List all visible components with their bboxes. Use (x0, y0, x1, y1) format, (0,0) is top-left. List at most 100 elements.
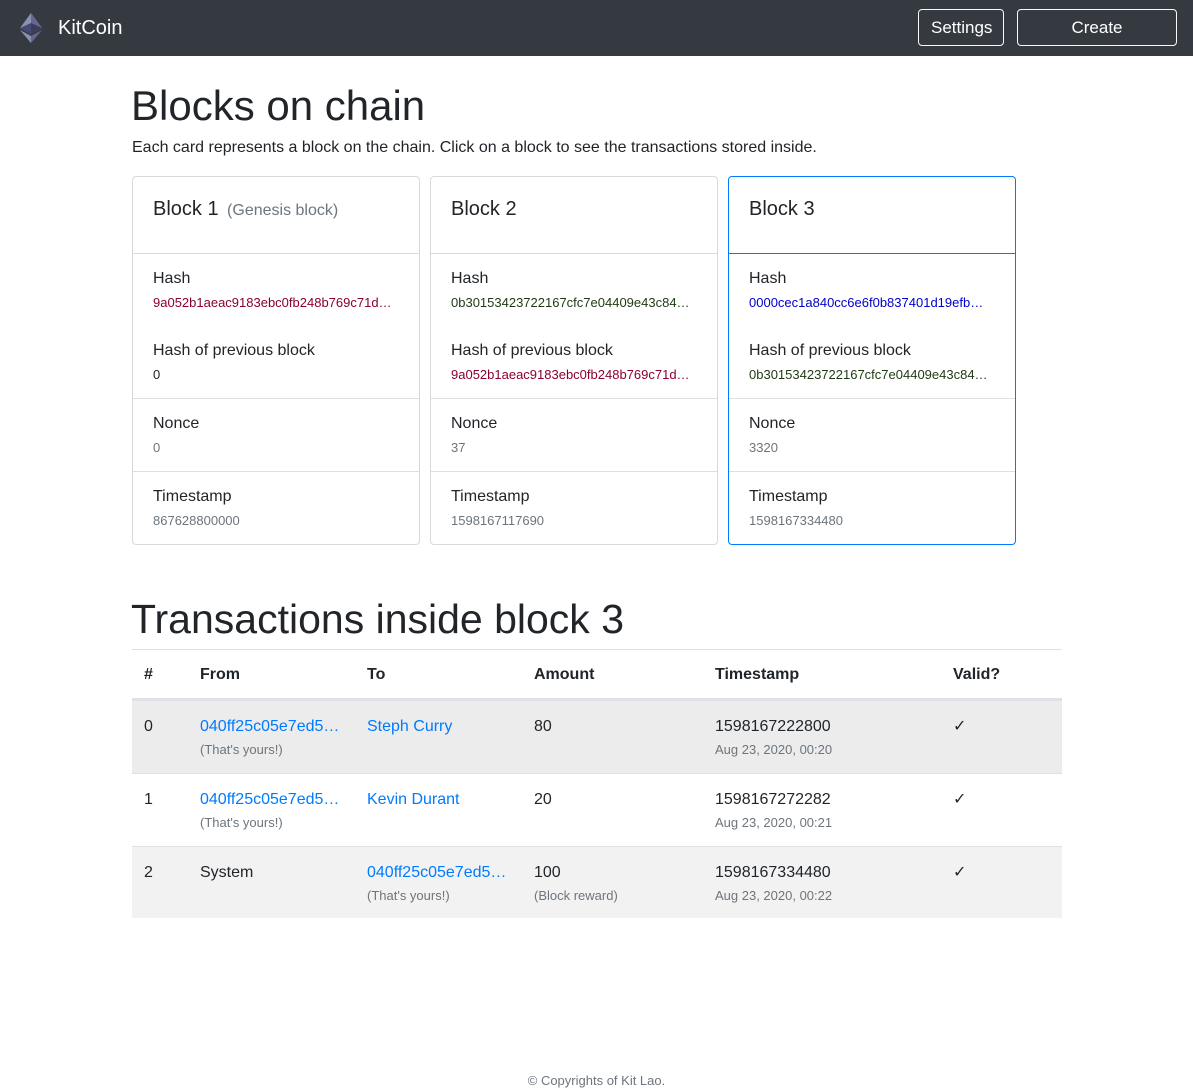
block-nonce: 3320 (749, 440, 778, 455)
tx-num: 0 (144, 717, 153, 737)
header-amount: Amount (534, 666, 595, 683)
checkmark-icon: ✓ (953, 791, 967, 808)
header-from: From (200, 666, 240, 683)
prev-hash-label: Hash of previous block (451, 342, 613, 359)
tx-from: System (200, 863, 253, 883)
tx-timestamp: 1598167272282 Aug 23, 2020, 00:21 (715, 790, 832, 830)
table-row: 1 040ff25c05e7ed5… (That's yours!) Kevin… (132, 773, 1062, 846)
tx-to: 040ff25c05e7ed5… (That's yours!) (367, 863, 506, 903)
block-timestamp: 1598167334480 (749, 513, 843, 528)
tx-timestamp-value: 1598167222800 (715, 718, 831, 735)
tx-to-link[interactable]: Kevin Durant (367, 790, 460, 810)
tx-from: 040ff25c05e7ed5… (That's yours!) (200, 790, 339, 830)
tx-from-link[interactable]: 040ff25c05e7ed5… (200, 717, 339, 737)
tx-to: Steph Curry (367, 717, 452, 737)
header-timestamp: Timestamp (715, 666, 800, 683)
tx-num-value: 2 (144, 864, 153, 881)
block-timestamp: 1598167117690 (451, 513, 545, 528)
checkmark-icon: ✓ (953, 864, 967, 881)
block-hash: 0b30153423722167cfc7e04409e43c84… (451, 295, 690, 310)
tx-amount: 100 (Block reward) (534, 863, 618, 903)
block-hashes-section: Hash 9a052b1aeac9183ebc0fb248b769c71d… H… (133, 254, 419, 399)
block-nonce: 0 (153, 440, 161, 455)
block-subtitle: (Genesis block) (227, 202, 339, 219)
ethereum-diamond-icon (20, 13, 42, 43)
tx-num-value: 1 (144, 791, 153, 808)
block-nonce-section: Nonce 0 (133, 399, 419, 472)
navbar: KitCoin Settings Create transaction (0, 0, 1193, 72)
footer-copyright: © Copyrights of Kit Lao. (527, 1073, 666, 1088)
nonce-label: Nonce (153, 415, 200, 432)
block-nonce-section: Nonce 3320 (729, 399, 1015, 472)
block-timestamp-section: Timestamp 867628800000 (133, 472, 419, 545)
settings-button[interactable]: Settings (918, 9, 1004, 46)
tx-from-note: (That's yours!) (200, 815, 283, 830)
tx-amount-note: (Block reward) (534, 888, 618, 903)
tx-to-note: (That's yours!) (367, 888, 450, 903)
block-hash: 9a052b1aeac9183ebc0fb248b769c71d… (153, 295, 392, 310)
block-card-3[interactable]: Block 3 Hash 0000cec1a840cc6e6f0b837401d… (728, 176, 1016, 545)
tx-amount-value: 20 (534, 791, 552, 808)
block-nonce-section: Nonce 37 (431, 399, 717, 472)
tx-date: Aug 23, 2020, 00:22 (715, 888, 833, 903)
tx-timestamp-value: 1598167272282 (715, 791, 831, 808)
block-card-1[interactable]: Block 1 (Genesis block) Hash 9a052b1aeac… (132, 176, 420, 545)
tx-timestamp: 1598167222800 Aug 23, 2020, 00:20 (715, 717, 832, 757)
block-card-2[interactable]: Block 2 Hash 0b30153423722167cfc7e04409e… (430, 176, 718, 545)
hash-label: Hash (749, 270, 787, 287)
tx-timestamp: 1598167334480 Aug 23, 2020, 00:22 (715, 863, 832, 903)
tx-amount: 80 (534, 717, 552, 737)
block-card-header: Block 2 (431, 177, 717, 254)
header-num: # (144, 666, 153, 683)
transactions-table: # From To Amount Timestamp Valid? 0 040f… (132, 649, 1062, 918)
table-row: 0 040ff25c05e7ed5… (That's yours!) Steph… (132, 700, 1062, 773)
tx-from-link[interactable]: 040ff25c05e7ed5… (200, 790, 339, 810)
tx-num: 2 (144, 863, 153, 883)
tx-to-link[interactable]: 040ff25c05e7ed5… (367, 863, 506, 883)
timestamp-label: Timestamp (451, 488, 530, 505)
tx-date: Aug 23, 2020, 00:21 (715, 815, 833, 830)
tx-num: 1 (144, 790, 153, 810)
page-title: Blocks on chain (131, 82, 426, 129)
block-prev-hash: 0 (153, 367, 161, 382)
tx-amount: 20 (534, 790, 552, 810)
brand-name: KitCoin (58, 16, 123, 39)
brand-link[interactable]: KitCoin (20, 12, 122, 44)
block-title: Block 2 (451, 198, 517, 220)
page-description: Each card represents a block on the chai… (132, 139, 817, 156)
tx-to: Kevin Durant (367, 790, 460, 810)
block-timestamp-section: Timestamp 1598167117690 (431, 472, 717, 545)
hash-label: Hash (153, 270, 191, 287)
tx-amount-value: 100 (534, 864, 561, 881)
block-hashes-section: Hash 0b30153423722167cfc7e04409e43c84… H… (431, 254, 717, 399)
tx-amount-value: 80 (534, 718, 552, 735)
tx-to-link[interactable]: Steph Curry (367, 717, 452, 737)
tx-valid: ✓ (953, 717, 966, 737)
tx-valid: ✓ (953, 863, 966, 883)
block-timestamp: 867628800000 (153, 513, 240, 528)
block-prev-hash: 0b30153423722167cfc7e04409e43c84… (749, 367, 988, 382)
block-hash: 0000cec1a840cc6e6f0b837401d19efb… (749, 295, 984, 310)
tx-num-value: 0 (144, 718, 153, 735)
timestamp-label: Timestamp (153, 488, 232, 505)
header-to: To (367, 666, 386, 683)
block-card-header: Block 1 (Genesis block) (133, 177, 419, 254)
block-timestamp-section: Timestamp 1598167334480 (729, 472, 1015, 545)
hash-label: Hash (451, 270, 489, 287)
tx-from-note: (That's yours!) (200, 742, 283, 757)
nonce-label: Nonce (749, 415, 796, 432)
transactions-title: Transactions inside block 3 (131, 596, 625, 642)
tx-from-text: System (200, 864, 254, 881)
table-header-row: # From To Amount Timestamp Valid? (132, 650, 1062, 700)
block-nonce: 37 (451, 440, 466, 455)
create-transaction-button[interactable]: Create transaction (1017, 9, 1177, 72)
tx-valid: ✓ (953, 790, 966, 810)
header-valid: Valid? (953, 666, 1001, 683)
tx-timestamp-value: 1598167334480 (715, 864, 831, 881)
prev-hash-label: Hash of previous block (749, 342, 911, 359)
block-card-header: Block 3 (729, 177, 1015, 254)
block-hashes-section: Hash 0000cec1a840cc6e6f0b837401d19efb… H… (729, 254, 1015, 399)
block-prev-hash: 9a052b1aeac9183ebc0fb248b769c71d… (451, 367, 690, 382)
tx-from: 040ff25c05e7ed5… (That's yours!) (200, 717, 339, 757)
checkmark-icon: ✓ (953, 718, 967, 735)
